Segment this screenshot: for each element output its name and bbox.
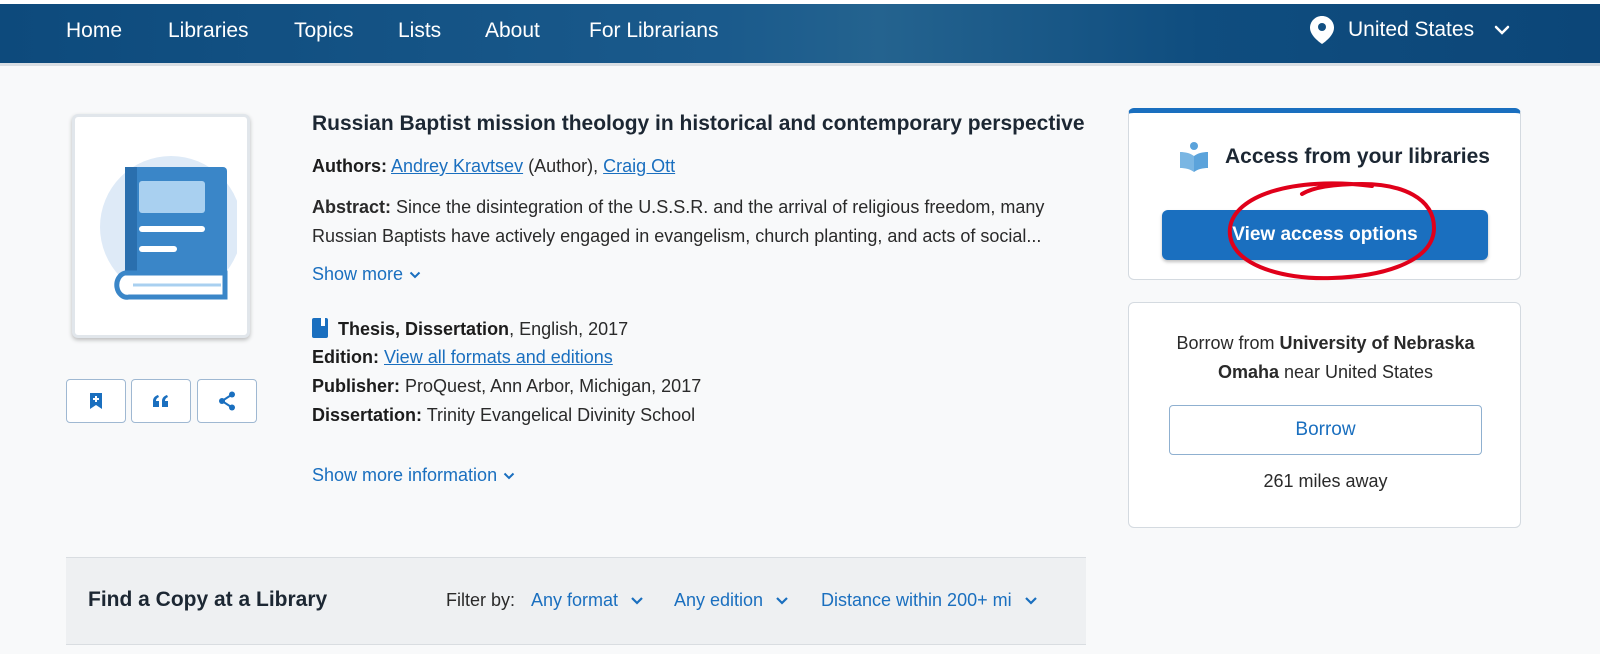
distance-label: 261 miles away <box>1263 471 1388 491</box>
author-role: (Author), <box>523 156 604 176</box>
author-link-ott[interactable]: Craig Ott <box>603 156 675 176</box>
show-more-information-link[interactable]: Show more information <box>312 465 515 486</box>
borrow-card: Borrow from University of Nebraska Omaha… <box>1128 302 1521 528</box>
location-selector[interactable]: United States <box>1310 16 1510 44</box>
access-heading: Access from your libraries <box>1179 141 1490 173</box>
format-details: , English, 2017 <box>509 319 629 339</box>
abstract-text-line1: Since the disintegration of the U.S.S.R.… <box>396 197 1045 217</box>
view-access-options-button[interactable]: View access options <box>1162 210 1488 260</box>
filter-label: Filter by: <box>446 590 516 610</box>
edition-row: Edition: View all formats and editions <box>312 347 613 368</box>
filter-edition-label: Any edition <box>674 590 764 610</box>
record-title: Russian Baptist mission theology in hist… <box>312 112 1085 135</box>
book-format-icon <box>312 318 328 338</box>
nav-libraries[interactable]: Libraries <box>168 19 249 43</box>
library-name-line2: Omaha <box>1217 362 1279 382</box>
filter-format-label: Any format <box>531 590 619 610</box>
authors-label: Authors: <box>312 156 387 176</box>
filter-format-dropdown[interactable]: Any format <box>531 590 644 611</box>
nav-home[interactable]: Home <box>66 19 122 43</box>
find-copy-bar: Find a Copy at a Library Filter by: Any … <box>66 557 1086 645</box>
format-row: Thesis, Dissertation, English, 2017 <box>312 318 628 340</box>
cite-button[interactable] <box>131 379 191 423</box>
bookmark-add-icon <box>90 393 102 409</box>
chevron-down-icon <box>503 472 515 479</box>
filter-edition-dropdown[interactable]: Any edition <box>674 590 789 611</box>
access-heading-text: Access from your libraries <box>1225 145 1490 168</box>
chevron-down-icon <box>409 271 421 278</box>
nav-topics[interactable]: Topics <box>294 19 354 43</box>
abstract-text-line2: Russian Baptists have actively engaged i… <box>312 226 1042 246</box>
book-cover <box>72 114 250 338</box>
reader-book-icon <box>1180 142 1208 172</box>
view-all-editions-link[interactable]: View all formats and editions <box>384 347 613 367</box>
borrow-prefix: Borrow from <box>1176 333 1280 353</box>
chevron-down-icon <box>1024 597 1037 605</box>
share-icon <box>219 391 235 411</box>
edition-label: Edition: <box>312 347 379 367</box>
chevron-down-icon <box>1494 25 1510 35</box>
borrow-suffix: near United States <box>1278 362 1434 382</box>
location-pin-icon <box>1310 16 1334 44</box>
save-bookmark-button[interactable] <box>66 379 126 423</box>
show-more-label: Show more <box>312 264 404 284</box>
abstract: Abstract: Since the disintegration of th… <box>312 193 1082 251</box>
author-link-kravtsev[interactable]: Andrey Kravtsev <box>391 156 523 176</box>
filter-distance-label: Distance within 200+ mi <box>821 590 1012 610</box>
borrow-button[interactable]: Borrow <box>1169 405 1482 455</box>
abstract-label: Abstract: <box>312 197 392 217</box>
chevron-down-icon <box>776 597 788 605</box>
publisher-row: Publisher: ProQuest, Ann Arbor, Michigan… <box>312 376 701 397</box>
publisher-label: Publisher: <box>312 376 401 396</box>
find-copy-title: Find a Copy at a Library <box>88 588 328 611</box>
show-more-information-label: Show more information <box>312 465 498 485</box>
dissertation-value: Trinity Evangelical Divinity School <box>426 405 696 425</box>
dissertation-row: Dissertation: Trinity Evangelical Divini… <box>312 405 695 426</box>
authors-row: Authors: Andrey Kravtsev (Author), Craig… <box>312 156 675 177</box>
location-label: United States <box>1348 18 1475 41</box>
nav-about[interactable]: About <box>485 19 540 43</box>
filter-distance-dropdown[interactable]: Distance within 200+ mi <box>821 590 1038 611</box>
share-button[interactable] <box>197 379 257 423</box>
book-icon <box>100 156 237 300</box>
format-type: Thesis, Dissertation <box>338 319 510 339</box>
publisher-value: ProQuest, Ann Arbor, Michigan, 2017 <box>405 376 702 396</box>
quote-icon <box>153 395 168 407</box>
top-navigation: Home Libraries Topics Lists About For Li… <box>0 0 1600 66</box>
dissertation-label: Dissertation: <box>312 405 423 425</box>
show-more-link[interactable]: Show more <box>312 264 421 285</box>
access-card: Access from your libraries View access o… <box>1128 108 1521 280</box>
library-name-line1: University of Nebraska <box>1279 333 1475 353</box>
chevron-down-icon <box>631 597 643 605</box>
borrow-description: Borrow from University of Nebraska Omaha… <box>1149 329 1502 387</box>
nav-for-librarians[interactable]: For Librarians <box>589 19 719 43</box>
nav-lists[interactable]: Lists <box>398 19 441 43</box>
